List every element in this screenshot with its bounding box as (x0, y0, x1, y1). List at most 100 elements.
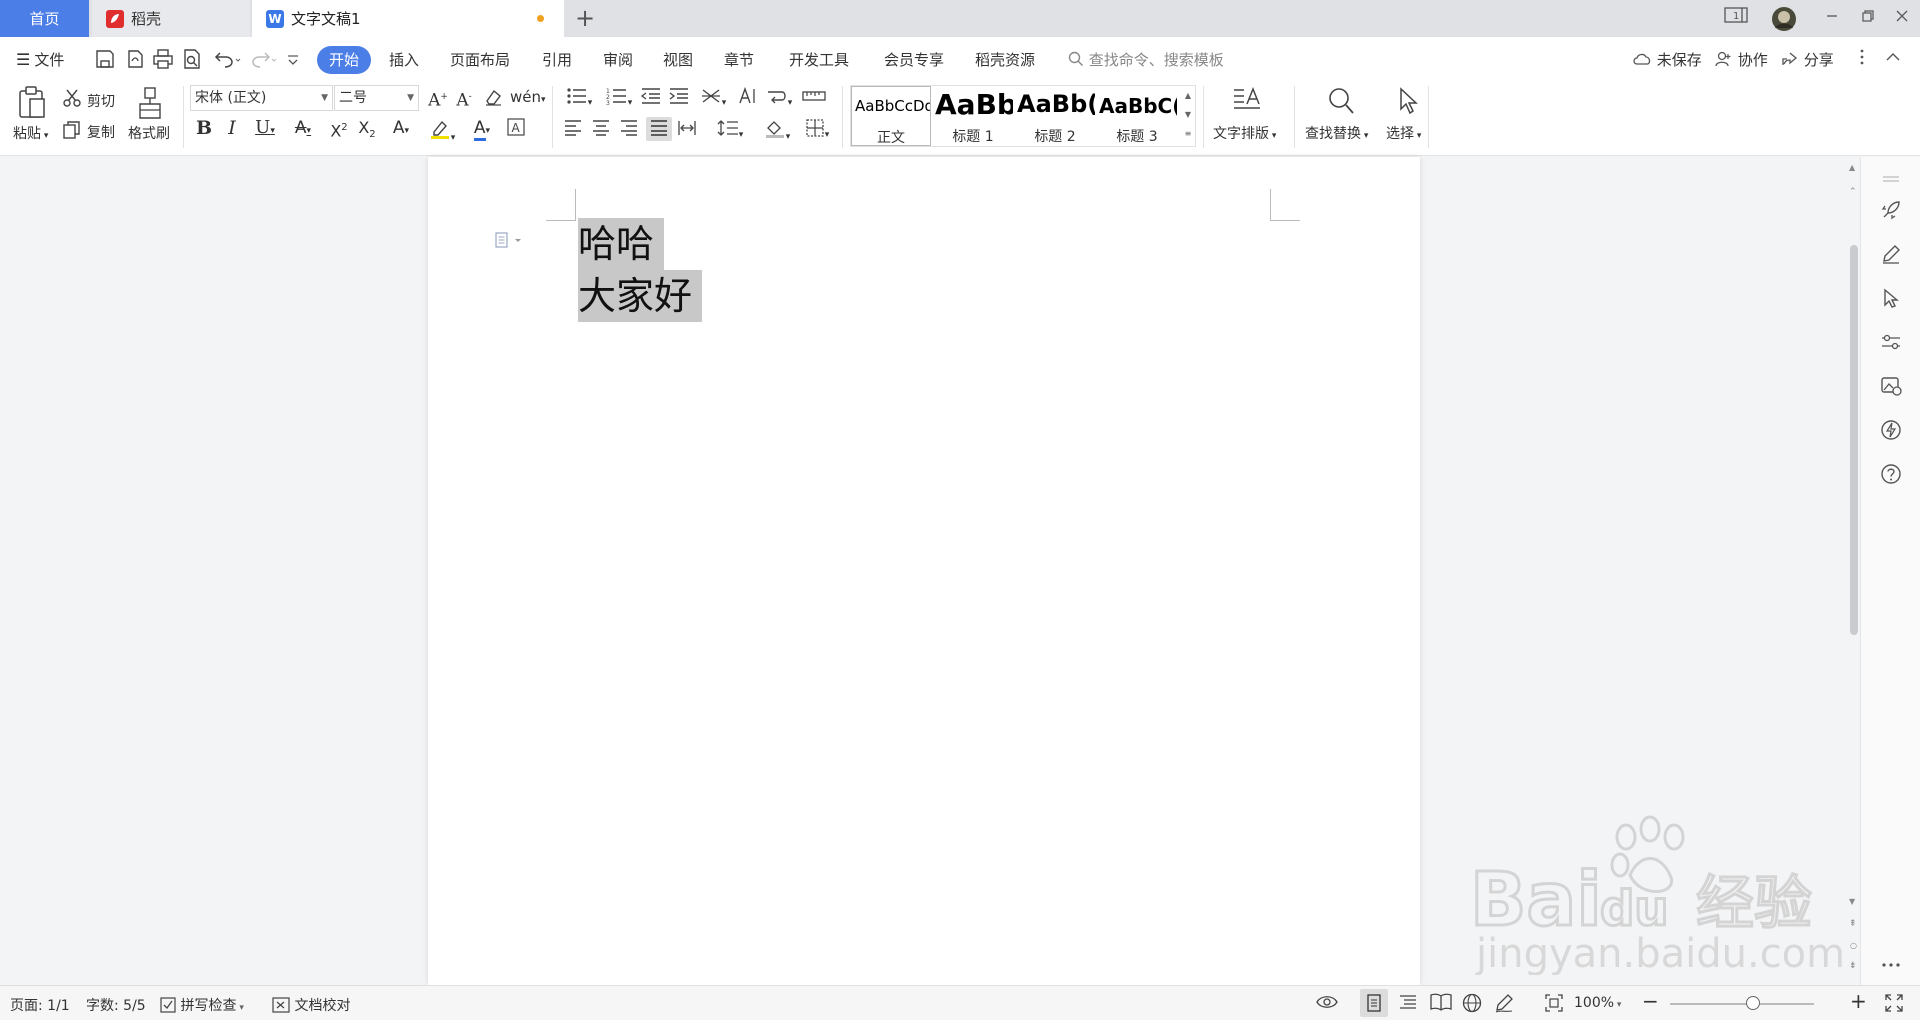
font-name-select[interactable]: 宋体 (正文) ▼ (190, 85, 333, 111)
decrease-font-icon[interactable]: A- (453, 87, 475, 111)
subscript-icon[interactable]: X2 (356, 118, 378, 145)
strikethrough-icon[interactable]: A▾ (288, 118, 318, 141)
numbered-list-icon[interactable]: 1 2 3 ▾ (602, 87, 636, 113)
collaborate-button[interactable]: 协作 (1715, 49, 1768, 71)
select-label[interactable]: 选择 ▾ (1386, 123, 1421, 143)
zoom-in-button[interactable]: + (1850, 991, 1867, 1011)
vertical-scrollbar[interactable]: ▲ ⌃ ▼ ⇞ ○ ⇟ (1846, 157, 1860, 985)
scissors-icon[interactable] (62, 88, 82, 113)
page-view-icon[interactable] (1360, 989, 1388, 1017)
write-mode-icon[interactable] (1494, 993, 1514, 1017)
find-replace-icon[interactable] (1326, 86, 1356, 118)
zoom-slider-track[interactable] (1670, 1003, 1814, 1005)
new-tab-button[interactable]: + (574, 4, 596, 32)
undo-icon[interactable] (211, 48, 241, 72)
borders-icon[interactable]: ▾ (800, 119, 834, 145)
next-page-icon[interactable]: ⇟ (1849, 961, 1857, 971)
copy-label[interactable]: 复制 (87, 122, 115, 142)
word-count[interactable]: 字数: 5/5 (86, 995, 146, 1015)
pen-icon[interactable] (1879, 243, 1903, 267)
cut-label[interactable]: 剪切 (87, 91, 115, 111)
proofread-button[interactable]: 文档校对 (272, 995, 350, 1015)
character-border-icon[interactable]: A (505, 118, 527, 141)
document-canvas[interactable]: 哈哈 大家好 (0, 157, 1846, 985)
zoom-level-select[interactable]: 100% ▾ (1574, 995, 1621, 1011)
tab-daoke-resources[interactable]: 稻壳资源 (975, 49, 1035, 71)
print-preview-icon[interactable] (181, 48, 205, 72)
text-layout-icon[interactable] (1232, 86, 1262, 118)
style-heading-1[interactable]: AaBb 标题 1 (933, 86, 1013, 146)
paste-label[interactable]: 粘贴 ▾ (13, 123, 48, 143)
shading-icon[interactable]: ▾ (760, 119, 794, 147)
chevron-up-icon[interactable]: ▲ (1181, 86, 1195, 105)
share-button[interactable]: 分享 (1781, 49, 1834, 71)
justify-icon[interactable] (646, 117, 672, 141)
avatar[interactable] (1770, 6, 1798, 31)
panel-grip-icon[interactable] (1879, 167, 1903, 182)
bullet-list-icon[interactable]: ▾ (562, 87, 596, 113)
style-heading-3[interactable]: AaBbC( 标题 3 (1097, 86, 1177, 146)
rocket-icon[interactable] (1879, 199, 1903, 223)
format-painter-label[interactable]: 格式刷 (128, 123, 170, 143)
decrease-indent-icon[interactable] (640, 87, 662, 110)
lightning-icon[interactable] (1879, 419, 1903, 443)
minimize-icon[interactable] (1820, 6, 1844, 30)
unsaved-button[interactable]: 未保存 (1632, 49, 1702, 71)
scrollbar-thumb[interactable] (1850, 245, 1858, 635)
expand-gallery-icon[interactable]: ≡ (1181, 124, 1195, 143)
page-indicator[interactable]: 页面: 1/1 (10, 995, 70, 1015)
tab-start[interactable]: 开始 (317, 46, 371, 74)
increase-font-icon[interactable]: A+ (427, 87, 449, 111)
chevron-down-icon[interactable]: ▼ (1181, 105, 1195, 124)
fullscreen-icon[interactable] (1884, 993, 1904, 1017)
text-direction-icon[interactable] (736, 86, 758, 110)
select-cursor-icon[interactable] (1396, 86, 1420, 118)
italic-icon[interactable]: I (222, 118, 242, 138)
underline-icon[interactable]: U▾ (250, 118, 280, 141)
scroll-up-icon[interactable]: ▲ (1849, 163, 1855, 172)
find-replace-label[interactable]: 查找替换 ▾ (1305, 123, 1368, 143)
format-painter-icon[interactable] (137, 86, 163, 120)
highlight-icon[interactable]: ▾ (425, 118, 459, 148)
style-heading-2[interactable]: AaBb( 标题 2 (1015, 86, 1095, 146)
tab-references[interactable]: 引用 (542, 49, 572, 71)
save-icon[interactable] (94, 48, 118, 72)
file-menu[interactable]: ☰ 文件 (16, 49, 64, 71)
font-color-icon[interactable]: A▾ (466, 118, 498, 141)
close-icon[interactable] (1890, 6, 1914, 30)
font-size-select[interactable]: 二号 ▼ (334, 85, 419, 111)
browse-object-icon[interactable]: ○ (1850, 941, 1857, 950)
zoom-slider-thumb[interactable] (1746, 996, 1760, 1010)
chinese-layout-icon[interactable]: ▾ (696, 87, 730, 113)
customize-quick-access-icon[interactable] (286, 48, 310, 72)
prev-page-icon[interactable]: ⇞ (1849, 919, 1857, 929)
spell-check-button[interactable]: 拼写检查 ▾ (160, 995, 244, 1015)
align-center-icon[interactable] (590, 119, 612, 142)
document-page[interactable]: 哈哈 大家好 (428, 157, 1420, 985)
tab-insert[interactable]: 插入 (389, 49, 419, 71)
tab-document[interactable]: W 文字文稿1 (252, 0, 564, 37)
adjust-sliders-icon[interactable] (1879, 331, 1903, 355)
tab-sections[interactable]: 章节 (724, 49, 754, 71)
outline-view-icon[interactable] (1398, 993, 1418, 1015)
gallery-scroll[interactable]: ▲ ▼ ≡ (1181, 86, 1195, 146)
restore-icon[interactable] (1856, 6, 1880, 30)
document-line[interactable]: 大家好 (578, 270, 703, 322)
line-spacing-icon[interactable]: ▾ (712, 119, 748, 145)
print-icon[interactable] (152, 48, 176, 72)
paste-button[interactable] (16, 85, 50, 123)
ruler-icon[interactable] (802, 87, 826, 110)
tab-developer[interactable]: 开发工具 (789, 49, 849, 71)
style-normal[interactable]: AaBbCcDd 正文 (851, 86, 931, 146)
reading-view-icon[interactable] (1430, 993, 1452, 1015)
align-left-icon[interactable] (562, 119, 584, 142)
help-icon[interactable] (1879, 463, 1903, 487)
bold-icon[interactable]: B (194, 118, 214, 138)
line-break-icon[interactable]: ▾ (762, 87, 796, 113)
tab-home[interactable]: 首页 (0, 0, 89, 37)
zoom-out-button[interactable]: − (1642, 991, 1659, 1011)
more-options-icon[interactable] (1860, 49, 1870, 71)
tab-member[interactable]: 会员专享 (884, 49, 944, 71)
increase-indent-icon[interactable] (668, 87, 690, 110)
command-search[interactable]: 查找命令、搜索模板 (1068, 49, 1224, 71)
